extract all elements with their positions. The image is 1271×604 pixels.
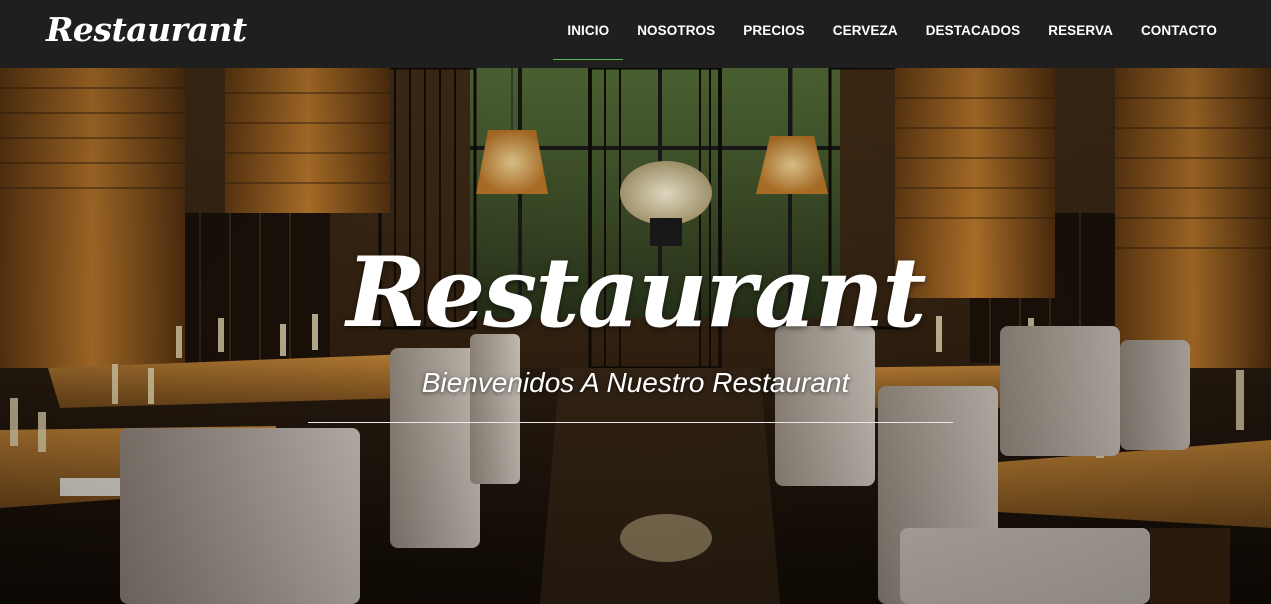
brand-logo[interactable]: Restaurant: [46, 10, 247, 49]
nav-item-contacto[interactable]: CONTACTO: [1127, 0, 1231, 60]
nav-item-nosotros[interactable]: NOSOTROS: [623, 0, 729, 60]
nav-item-inicio[interactable]: INICIO: [553, 0, 624, 60]
hero-divider: [308, 422, 953, 423]
nav-item-destacados[interactable]: DESTACADOS: [912, 0, 1035, 60]
hero-subtitle: Bienvenidos A Nuestro Restaurant: [421, 367, 850, 398]
main-nav: INICIO NOSOTROS PRECIOS CERVEZA DESTACAD…: [553, 0, 1231, 68]
top-navbar: Restaurant INICIO NOSOTROS PRECIOS CERVE…: [0, 0, 1271, 68]
hero-section: Restaurant Bienvenidos A Nuestro Restaur…: [0, 68, 1271, 604]
nav-item-cerveza[interactable]: CERVEZA: [819, 0, 912, 60]
nav-item-reserva[interactable]: RESERVA: [1034, 0, 1127, 60]
nav-item-precios[interactable]: PRECIOS: [729, 0, 818, 60]
hero-title: Restaurant: [346, 236, 926, 349]
